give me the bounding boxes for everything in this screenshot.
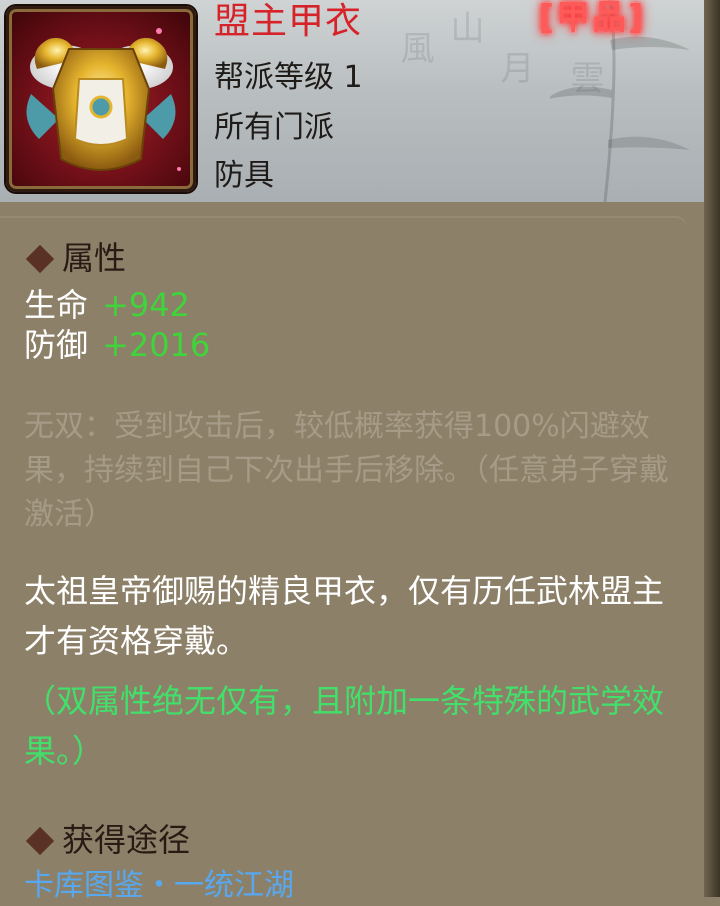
rarity-badge: [甲品]: [538, 0, 646, 38]
calligraphy-decoration: 山: [444, 10, 484, 50]
right-border-decoration: [704, 0, 720, 897]
stat-row-hp: 生命 +942: [24, 285, 190, 325]
attributes-title-text: 属性: [62, 239, 127, 277]
calligraphy-decoration: 風: [394, 30, 434, 70]
item-name: 盟主甲衣: [214, 1, 363, 42]
acquire-source-link[interactable]: 卡库图鉴・一统江湖: [24, 866, 294, 906]
stat-label: 防御: [24, 326, 89, 364]
golden-armor-icon: [26, 28, 181, 171]
calligraphy-decoration: 月: [494, 50, 534, 90]
stat-label: 生命: [24, 286, 89, 324]
stat-value: +2016: [102, 326, 211, 364]
item-description: 太祖皇帝御赐的精良甲衣，仅有历任武林盟主才有资格穿戴。: [24, 572, 665, 660]
sect-restriction: 所有门派: [214, 110, 334, 145]
acquire-title: 获得途径: [24, 820, 190, 860]
guild-level: 帮派等级 1: [214, 60, 363, 95]
diamond-bullet-icon: [25, 244, 55, 273]
stat-row-defense: 防御 +2016: [24, 325, 210, 365]
acquire-title-text: 获得途径: [62, 821, 191, 859]
item-category: 防具: [214, 158, 274, 193]
diamond-bullet-icon: [25, 826, 55, 855]
item-note: （双属性绝无仅有，且附加一条特殊的武学效果。）: [24, 682, 665, 770]
item-icon-frame: [6, 6, 196, 192]
item-header: 風 山 月 雲 盟主甲衣 [甲品] 帮派等级 1 所有门派 防具: [0, 0, 720, 202]
stat-value: +942: [102, 286, 190, 324]
attributes-title: 属性: [24, 238, 126, 278]
passive-effect-text: 无双：受到攻击后，较低概率获得100%闪避效果，持续到自己下次出手后移除。（任意…: [24, 409, 669, 532]
